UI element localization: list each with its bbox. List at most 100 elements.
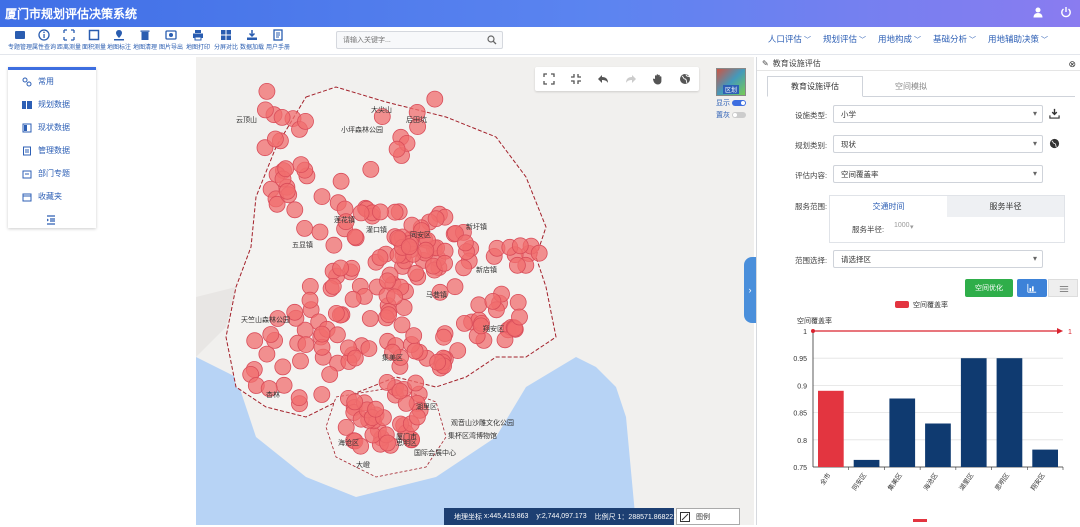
zoom-fit-icon[interactable] — [570, 73, 582, 85]
seg-travel-time[interactable]: 交通时间 — [830, 196, 947, 217]
menu-landuse-decision[interactable]: 用地辅助决策 — [988, 33, 1048, 45]
coverage-circle — [297, 336, 315, 354]
tool-user-manual[interactable]: 用户手册 — [264, 29, 292, 51]
tool-clear[interactable]: 地图清理 — [131, 29, 159, 51]
menu-landuse[interactable]: 用地构成 — [878, 33, 921, 45]
map-tools — [535, 67, 699, 91]
radius-input[interactable]: 1000 — [892, 222, 972, 236]
menu-basic-analysis[interactable]: 基础分析 — [933, 33, 976, 45]
coverage-circle — [277, 160, 295, 178]
list-icon — [1059, 286, 1069, 292]
facility-type-select[interactable]: 小学 — [833, 105, 1043, 123]
tool-distance[interactable]: 距离测量 — [55, 29, 83, 51]
tool-attr-query[interactable]: 属性查询 — [30, 29, 58, 51]
service-range-label: 服务范围: — [795, 202, 828, 211]
download-icon[interactable] — [1049, 108, 1060, 119]
legend-swatch — [895, 301, 909, 308]
map-place-label: 灌口镇 — [366, 225, 387, 234]
tool-annotate[interactable]: 地图标注 — [105, 29, 133, 51]
show-toggle[interactable] — [732, 100, 746, 106]
chart-view-button[interactable] — [1017, 279, 1047, 297]
map-place-label: 天竺山森林公园 — [241, 315, 290, 324]
map-place-label: 莲花镇 — [334, 215, 355, 224]
coverage-circle — [484, 292, 502, 310]
full-extent-icon[interactable] — [543, 73, 555, 85]
map-view[interactable]: 云顶山 大尖山 小坪森林公园 后田坑 天竺山森林公园 莲花镇 五显镇 灌口镇 同安区 新圩镇 马巷镇… — [196, 57, 754, 525]
panel-title: 教育设施评估 — [772, 59, 821, 68]
show-label: 显示 — [716, 100, 730, 107]
map-place-label: 观音山沙雕文化公园 — [451, 418, 514, 427]
map-place-label: 小坪森林公园 — [341, 125, 383, 134]
coverage-circle — [407, 374, 425, 392]
pan-hand-icon[interactable] — [652, 73, 664, 85]
radius-dropdown-icon[interactable]: ▾ — [910, 223, 914, 231]
menu-population[interactable]: 人口评估 — [768, 33, 811, 45]
table-view-button[interactable] — [1048, 279, 1078, 297]
y-tick-label: 0.8 — [797, 438, 807, 445]
coverage-circle — [371, 203, 389, 221]
left-panel-toggle[interactable] — [8, 208, 96, 231]
left-item-common[interactable]: 常用 — [8, 70, 96, 93]
search-icon[interactable] — [487, 35, 497, 45]
layer-switcher: 区划 显示 置灰 — [716, 68, 750, 122]
seg-service-radius[interactable]: 服务半径 — [947, 196, 1064, 217]
search-input[interactable] — [337, 32, 477, 48]
y-tick-label: 0.85 — [793, 411, 807, 418]
user-icon[interactable] — [1032, 6, 1044, 20]
forward-icon[interactable] — [625, 73, 637, 85]
coverage-circle — [290, 389, 308, 407]
left-item-planning-data[interactable]: 规划数据 — [8, 93, 96, 116]
power-icon[interactable] — [1060, 6, 1072, 20]
left-item-favorites[interactable]: 收藏夹 — [8, 185, 96, 208]
globe-icon[interactable] — [1049, 138, 1060, 149]
tab-education-eval[interactable]: 教育设施评估 — [767, 76, 863, 97]
tool-load-data[interactable]: 数据加载 — [238, 29, 266, 51]
basemap-thumbnail[interactable]: 区划 — [716, 68, 746, 96]
bar-0 — [818, 390, 844, 467]
chart-icon — [1027, 283, 1037, 293]
markline-arrow — [1057, 328, 1063, 334]
coverage-circle — [371, 249, 389, 266]
coverage-circle — [379, 434, 396, 452]
planning-type-select[interactable]: 现状 — [833, 135, 1043, 153]
map-canvas[interactable]: 云顶山 大尖山小坪森林公园 后田坑天竺山森林公园 莲花镇五显镇 灌口镇同安区 新圩镇马巷镇… — [196, 57, 754, 525]
app-title: 厦门市规划评估决策系统 — [5, 7, 138, 21]
panel-collapse-button[interactable]: › — [744, 257, 756, 323]
map-place-label: 马巷镇 — [426, 290, 447, 299]
map-place-label: 国际会展中心 — [414, 448, 456, 457]
tool-print[interactable]: 地图打印 — [184, 29, 212, 51]
left-item-current-data[interactable]: 现状数据 — [8, 116, 96, 139]
coverage-circle — [313, 188, 331, 206]
area-select[interactable]: 请选择区 — [833, 250, 1043, 268]
back-icon[interactable] — [597, 73, 609, 85]
coverage-circle — [530, 244, 548, 262]
legend-button[interactable]: 图例 — [676, 508, 740, 525]
x-tick-label: 海沧区 — [921, 471, 940, 493]
coverage-circle — [455, 259, 473, 277]
tool-export-image[interactable]: 图片导出 — [157, 29, 185, 51]
coverage-chart-svg: 空间覆盖率空间覆盖率10.950.90.850.80.75全市 同安区 集美区 海沧区… — [793, 300, 1072, 522]
search-box — [336, 31, 503, 49]
gray-toggle[interactable] — [732, 112, 746, 118]
coverage-circle — [446, 278, 464, 296]
coverage-circle — [313, 386, 331, 403]
left-item-manage-data[interactable]: 管理数据 — [8, 139, 96, 162]
close-icon[interactable]: ⊗ — [1068, 59, 1076, 70]
x-tick-label: 同安区 — [850, 471, 869, 493]
globe-icon[interactable] — [679, 73, 691, 85]
coverage-circle — [407, 264, 425, 282]
tool-area[interactable]: 面积测量 — [80, 29, 108, 51]
x-tick-label: 思明区 — [993, 471, 1011, 492]
coverage-circle — [273, 109, 291, 126]
tool-split-compare[interactable]: 分屏对比 — [212, 29, 240, 51]
coverage-circle — [278, 182, 296, 200]
optimize-button[interactable]: 空间优化 — [965, 279, 1013, 297]
content-select[interactable]: 空间覆盖率 — [833, 165, 1043, 183]
menu-planning[interactable]: 规划评估 — [823, 33, 866, 45]
left-item-department[interactable]: 部门专题 — [8, 162, 96, 185]
coverage-circle — [346, 393, 364, 411]
coverage-circle — [292, 156, 310, 173]
tab-spatial-sim[interactable]: 空间模拟 — [863, 76, 959, 97]
right-panel: ✎ 教育设施评估 ⊗ 教育设施评估 空间模拟 设施类型: 小学 规划类别: 现状… — [756, 57, 1080, 525]
document-icon — [23, 146, 31, 155]
